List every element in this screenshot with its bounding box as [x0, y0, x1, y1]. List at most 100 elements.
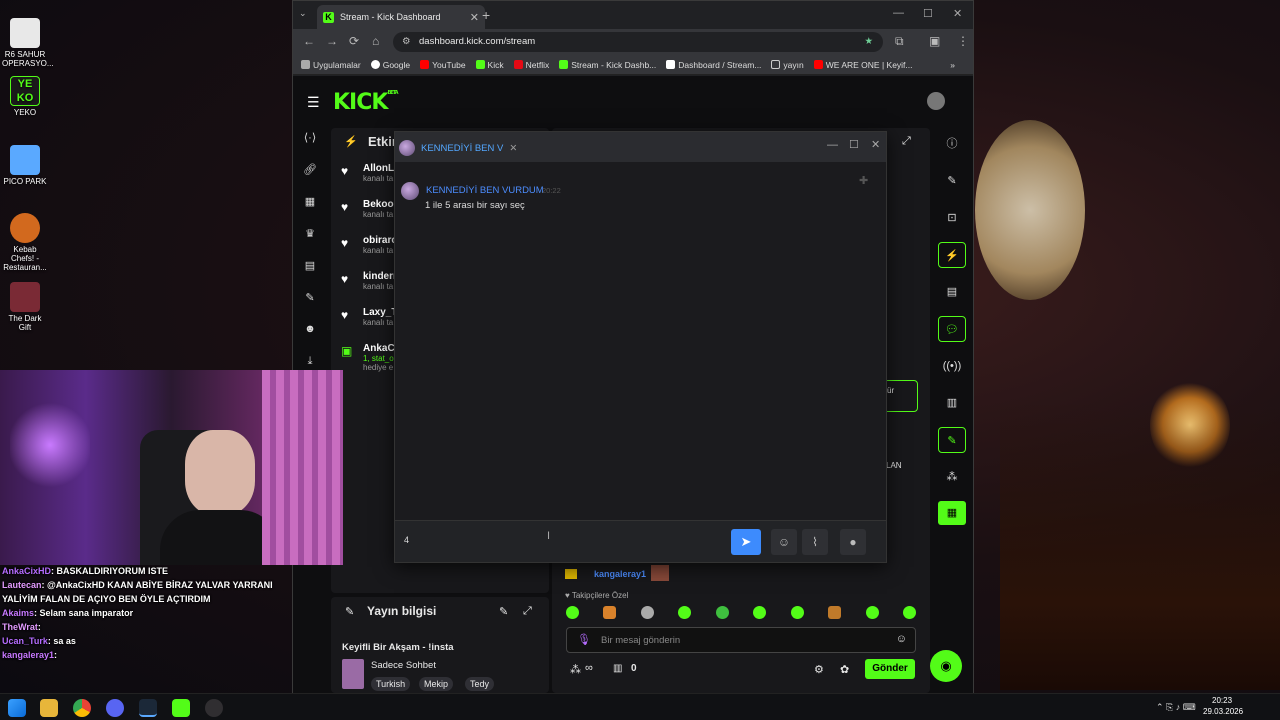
bookmark-star-icon[interactable]: ★ — [864, 32, 873, 52]
trophy-icon[interactable]: ♛ — [299, 227, 321, 259]
users-icon[interactable]: ☻ — [299, 323, 321, 355]
notes-icon[interactable]: ▤ — [938, 279, 966, 316]
desktop-icon-dark-gift[interactable]: The Dark Gift — [2, 282, 48, 332]
taskbar-date[interactable]: 29.03.2026 — [1203, 707, 1243, 716]
popup-message-input[interactable]: 4 — [404, 535, 724, 545]
minimize-button[interactable]: — — [893, 7, 904, 19]
bookmark-dashboard-stream[interactable]: Dashboard / Stream... — [666, 60, 761, 70]
extensions-icon[interactable]: ⧉ — [895, 34, 904, 49]
wrench-panel-button[interactable]: ✎ — [938, 427, 966, 453]
kick-taskbar-icon[interactable] — [172, 699, 190, 717]
chrome-icon[interactable] — [73, 699, 91, 717]
windows-start-icon[interactable] — [8, 699, 26, 717]
emote-icon[interactable] — [715, 606, 729, 619]
desktop-icon-yeko[interactable]: YE KO YEKO — [2, 76, 48, 117]
popup-mic-button[interactable]: ● — [840, 529, 866, 555]
film-icon[interactable]: ▤ — [299, 259, 321, 291]
new-tab-button[interactable]: + — [482, 7, 490, 23]
message-user[interactable]: KENNEDİYİ BEN VURDUM — [426, 185, 544, 196]
emote-icon[interactable] — [790, 606, 804, 619]
site-info-icon[interactable]: ⚙ — [402, 32, 411, 52]
emote-icon[interactable] — [640, 606, 654, 619]
taskbar-time[interactable]: 20:23 — [1212, 696, 1232, 705]
link-icon[interactable]: 🔗︎ — [299, 163, 321, 195]
settings-gear-icon[interactable]: ⚙ — [814, 663, 824, 676]
tag-chip[interactable]: Tedy — [465, 677, 495, 691]
support-button[interactable]: ◉ — [930, 650, 962, 682]
bookmark-kick[interactable]: Kick — [475, 60, 504, 70]
emote-icon[interactable] — [865, 606, 879, 619]
lightning-panel-button[interactable]: ⚡ — [938, 242, 966, 268]
menu-icon[interactable]: ⋮ — [957, 34, 969, 48]
tag-chip[interactable]: Mekip — [419, 677, 454, 691]
emote-icon[interactable] — [603, 606, 617, 619]
home-icon[interactable]: ⌂ — [372, 34, 379, 48]
stack-icon[interactable]: ▥ — [938, 390, 966, 427]
forward-button[interactable]: → — [326, 34, 338, 48]
info-icon[interactable]: ⓘ — [938, 131, 966, 168]
steam-icon[interactable] — [139, 699, 157, 717]
maximize-button[interactable]: ☐ — [923, 7, 933, 20]
bookmark-kick-dashboard[interactable]: Stream - Kick Dashb... — [559, 60, 656, 70]
hamburger-menu-icon[interactable]: ☰ — [307, 94, 320, 111]
popup-maximize-button[interactable]: ☐ — [849, 138, 859, 151]
camera-icon[interactable]: ⊡ — [938, 205, 966, 242]
bookmark-netflix[interactable]: Netflix — [513, 60, 549, 70]
emote-icon[interactable] — [828, 606, 842, 619]
tab-close-icon[interactable]: ✕ — [470, 11, 479, 24]
emote-icon[interactable] — [902, 606, 916, 619]
desktop-icon-pico-park[interactable]: PICO PARK — [2, 145, 48, 186]
broadcast-icon[interactable]: ⟨·⟩ — [299, 131, 321, 163]
edit-pencil-icon[interactable]: ✎ — [499, 605, 508, 618]
loot-icon[interactable]: ✿ — [840, 663, 849, 676]
popup-emoji-button[interactable]: ☺ — [771, 529, 797, 555]
bookmark-apps[interactable]: Uygulamalar — [301, 60, 361, 70]
popup-send-button[interactable]: ➤ — [731, 529, 761, 555]
desktop-icon-kebab-chefs[interactable]: Kebab Chefs! - Restauran... — [2, 213, 48, 272]
bookmark-folder-yayin[interactable]: yayın — [771, 60, 804, 70]
popup-minimize-button[interactable]: — — [827, 139, 838, 151]
chat-last-user[interactable]: kangaleray1 — [594, 569, 646, 579]
bookmark-google[interactable]: Google — [370, 60, 410, 70]
broadcast-panel-icon[interactable]: ((•)) — [938, 353, 966, 390]
system-tray-icons[interactable]: ⌃ ⎘ ♪ ⌨ — [1156, 702, 1196, 713]
profile-icon[interactable]: ▣ — [929, 34, 940, 48]
popup-tab[interactable]: KENNEDİYİ BEN V ✕ — [399, 137, 517, 159]
bookmark-we-are-one[interactable]: WE ARE ONE | Keyif... — [813, 60, 913, 70]
chat-input[interactable]: 🎙︎ Bir mesaj gönderin ☺ — [566, 627, 916, 653]
chat-popout-icon[interactable]: ⤢ — [902, 135, 911, 148]
browser-icon[interactable] — [106, 699, 124, 717]
reload-button[interactable]: ⟳ — [349, 34, 359, 48]
emote-icon[interactable] — [678, 606, 692, 619]
popup-attach-button[interactable]: ⌇ — [802, 529, 828, 555]
pin-icon[interactable]: ✚ — [859, 174, 868, 187]
chat-panel-button[interactable]: 💬︎ — [938, 316, 966, 342]
popup-close-button[interactable]: ✕ — [871, 138, 880, 151]
obs-icon[interactable] — [205, 699, 223, 717]
wrench-icon[interactable]: ✎ — [299, 291, 321, 323]
tab-search-icon[interactable]: ⌄ — [299, 8, 307, 19]
file-explorer-icon[interactable] — [40, 699, 58, 717]
address-bar[interactable]: ⚙ dashboard.kick.com/stream ★ — [393, 32, 883, 52]
desktop-icon-r6[interactable]: R6 SAHUR OPERASYO... — [2, 18, 54, 68]
back-button[interactable]: ← — [303, 34, 315, 48]
popup-tab-close-icon[interactable]: ✕ — [509, 143, 517, 154]
kick-logo[interactable]: KICKBETA — [333, 90, 399, 115]
microphone-icon[interactable]: 🎙︎ — [577, 633, 591, 646]
user-avatar[interactable] — [927, 92, 945, 110]
tag-chip[interactable]: Turkish — [371, 677, 411, 691]
send-chat-button[interactable]: Gönder — [865, 659, 915, 679]
popout-icon[interactable]: ⤢ — [523, 605, 532, 618]
emote-icon[interactable] — [566, 606, 579, 619]
emote-icon[interactable] — [753, 606, 767, 619]
clapper-icon[interactable]: ▦ — [938, 501, 966, 525]
tab-kick-dashboard[interactable]: K Stream - Kick Dashboard ✕ — [317, 5, 485, 29]
trash-icon[interactable]: ▥ — [613, 663, 622, 674]
bookmarks-overflow-icon[interactable]: » — [950, 60, 955, 70]
emoji-icon[interactable]: ☺ — [896, 633, 907, 645]
pen-icon[interactable]: ✎ — [938, 168, 966, 205]
grid-icon[interactable]: ▦ — [299, 195, 321, 227]
close-window-button[interactable]: ✕ — [953, 7, 962, 20]
users-icon[interactable]: ⁂ — [570, 663, 581, 676]
share-icon[interactable]: ⁂ — [938, 464, 966, 501]
